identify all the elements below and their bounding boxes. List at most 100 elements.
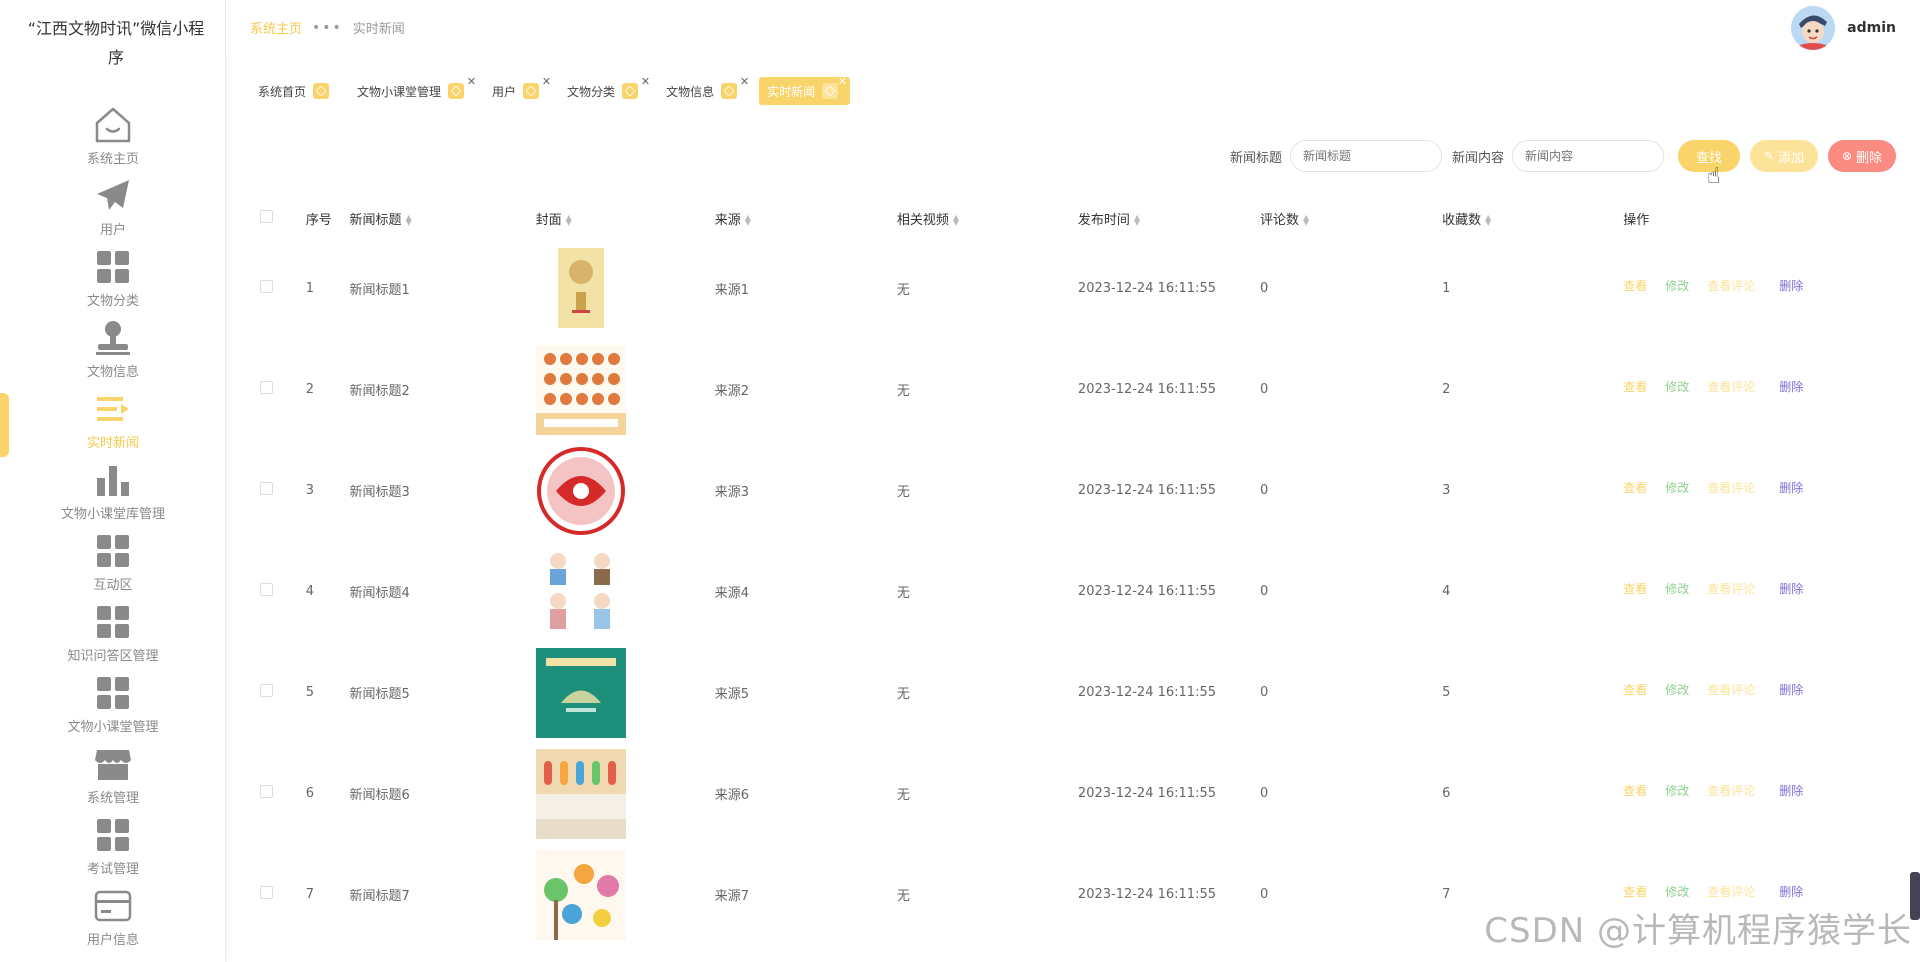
- title-search-input[interactable]: [1290, 140, 1443, 172]
- close-icon[interactable]: ✕: [542, 75, 551, 88]
- sidebar-item-2[interactable]: 文物分类: [0, 246, 226, 317]
- tab-label: 用户: [492, 84, 517, 99]
- sidebar-item-6[interactable]: 互动区: [0, 530, 226, 601]
- edit-link[interactable]: 修改: [1665, 883, 1689, 900]
- sidebar-item-label: 考试管理: [86, 862, 139, 877]
- edit-link[interactable]: 修改: [1665, 277, 1689, 294]
- cell-ops: 查看 修改 查看评论 删除: [1623, 582, 1872, 597]
- cover-image[interactable]: [535, 546, 715, 637]
- delete-link[interactable]: 删除: [1779, 378, 1803, 395]
- delete-link[interactable]: 删除: [1779, 580, 1803, 597]
- column-header[interactable]: 收藏数 ▲ ▼: [1442, 209, 1623, 228]
- add-button[interactable]: ✎ 添加: [1750, 140, 1819, 172]
- sidebar-item-11[interactable]: 用户信息: [0, 885, 226, 956]
- delete-link[interactable]: 删除: [1779, 479, 1803, 496]
- cover-image[interactable]: [535, 748, 715, 839]
- close-icon[interactable]: ✕: [467, 75, 476, 88]
- view-comments-link[interactable]: 查看评论: [1707, 580, 1755, 597]
- view-comments-link[interactable]: 查看评论: [1707, 277, 1755, 294]
- cell-no: 7: [305, 887, 315, 902]
- content-search-input[interactable]: [1512, 140, 1665, 172]
- tab-label: 系统首页: [258, 84, 307, 99]
- row-checkbox[interactable]: [260, 280, 273, 293]
- view-link[interactable]: 查看: [1623, 479, 1647, 496]
- edit-link[interactable]: 修改: [1665, 479, 1689, 496]
- column-header[interactable]: 来源 ▲ ▼: [715, 209, 897, 228]
- column-header[interactable]: 评论数 ▲ ▼: [1260, 209, 1442, 228]
- view-comments-link[interactable]: 查看评论: [1707, 681, 1755, 698]
- row-checkbox[interactable]: [260, 684, 273, 697]
- sort-icon[interactable]: ▲ ▼: [1485, 214, 1491, 227]
- close-icon[interactable]: ✕: [641, 75, 650, 88]
- sort-icon[interactable]: ▲ ▼: [745, 214, 751, 227]
- sidebar-item-7[interactable]: 知识问答区管理: [0, 601, 226, 672]
- column-header[interactable]: 发布时间 ▲ ▼: [1078, 209, 1260, 228]
- select-all-checkbox[interactable]: [260, 209, 273, 223]
- floating-widget[interactable]: [1910, 872, 1920, 920]
- view-comments-link[interactable]: 查看评论: [1707, 782, 1755, 799]
- close-icon[interactable]: ✕: [838, 75, 847, 88]
- column-header[interactable]: 封面 ▲ ▼: [536, 209, 715, 228]
- view-comments-link[interactable]: 查看评论: [1707, 378, 1755, 395]
- username: admin: [1847, 20, 1896, 36]
- delete-link[interactable]: 删除: [1779, 681, 1803, 698]
- sidebar-item-3[interactable]: 文物信息: [0, 317, 226, 388]
- column-header[interactable]: 相关视频 ▲ ▼: [897, 209, 1078, 228]
- view-link[interactable]: 查看: [1623, 883, 1647, 900]
- sort-icon[interactable]: ▲ ▼: [1134, 214, 1140, 227]
- grid-icon: [92, 530, 134, 572]
- close-icon[interactable]: ✕: [740, 75, 749, 88]
- cover-image[interactable]: [535, 849, 715, 940]
- view-link[interactable]: 查看: [1623, 580, 1647, 597]
- sort-icon[interactable]: ▲ ▼: [406, 214, 412, 227]
- breadcrumb-home[interactable]: 系统主页: [250, 18, 302, 37]
- tab-1[interactable]: 文物小课堂管理 ✕: [351, 75, 476, 105]
- view-link[interactable]: 查看: [1623, 378, 1647, 395]
- delete-link[interactable]: 删除: [1779, 883, 1803, 900]
- row-checkbox[interactable]: [260, 381, 273, 394]
- view-link[interactable]: 查看: [1623, 681, 1647, 698]
- cover-image[interactable]: [535, 647, 715, 738]
- sidebar-item-4[interactable]: 实时新闻: [0, 388, 226, 459]
- cell-cover: [535, 647, 715, 738]
- edit-link[interactable]: 修改: [1665, 681, 1689, 698]
- tab-3[interactable]: 文物分类 ✕: [561, 75, 650, 105]
- user-menu[interactable]: admin: [1791, 6, 1896, 50]
- cover-image[interactable]: [535, 243, 715, 334]
- view-comments-link[interactable]: 查看评论: [1707, 883, 1755, 900]
- cover-image[interactable]: [535, 344, 715, 435]
- view-link[interactable]: 查看: [1623, 277, 1647, 294]
- sort-icon[interactable]: ▲ ▼: [566, 214, 572, 227]
- sidebar-item-5[interactable]: 文物小课堂库管理: [0, 459, 226, 530]
- sidebar-item-1[interactable]: 用户: [0, 175, 226, 246]
- cell-source: 来源4: [714, 586, 750, 601]
- sidebar-item-8[interactable]: 文物小课堂管理: [0, 672, 226, 743]
- column-header[interactable]: 新闻标题 ▲ ▼: [350, 209, 536, 228]
- sidebar-item-10[interactable]: 考试管理: [0, 814, 226, 885]
- row-checkbox[interactable]: [260, 886, 273, 899]
- cell-time: 2023-12-24 16:11:55: [1077, 584, 1216, 599]
- view-comments-link[interactable]: 查看评论: [1707, 479, 1755, 496]
- batch-delete-button[interactable]: ⊗ 删除: [1828, 140, 1897, 172]
- tab-5[interactable]: 实时新闻 ✕: [759, 75, 851, 105]
- cell-cover: [535, 344, 715, 435]
- row-checkbox[interactable]: [260, 583, 273, 596]
- sidebar-item-0[interactable]: 系统主页: [0, 104, 226, 175]
- row-checkbox[interactable]: [260, 785, 273, 798]
- sort-icon[interactable]: ▲ ▼: [1303, 214, 1309, 227]
- sidebar-item-9[interactable]: 系统管理: [0, 743, 226, 814]
- edit-link[interactable]: 修改: [1665, 782, 1689, 799]
- avatar[interactable]: [1791, 6, 1836, 50]
- row-checkbox[interactable]: [260, 482, 273, 495]
- delete-link[interactable]: 删除: [1779, 277, 1803, 294]
- tab-2[interactable]: 用户 ✕: [486, 75, 551, 105]
- cover-image[interactable]: [535, 445, 715, 536]
- sidebar-item-label: 系统主页: [86, 152, 139, 167]
- sort-icon[interactable]: ▲ ▼: [953, 214, 959, 227]
- tab-0[interactable]: 系统首页: [252, 77, 337, 105]
- view-link[interactable]: 查看: [1623, 782, 1647, 799]
- tab-4[interactable]: 文物信息 ✕: [660, 75, 749, 105]
- edit-link[interactable]: 修改: [1665, 580, 1689, 597]
- edit-link[interactable]: 修改: [1665, 378, 1689, 395]
- delete-link[interactable]: 删除: [1779, 782, 1803, 799]
